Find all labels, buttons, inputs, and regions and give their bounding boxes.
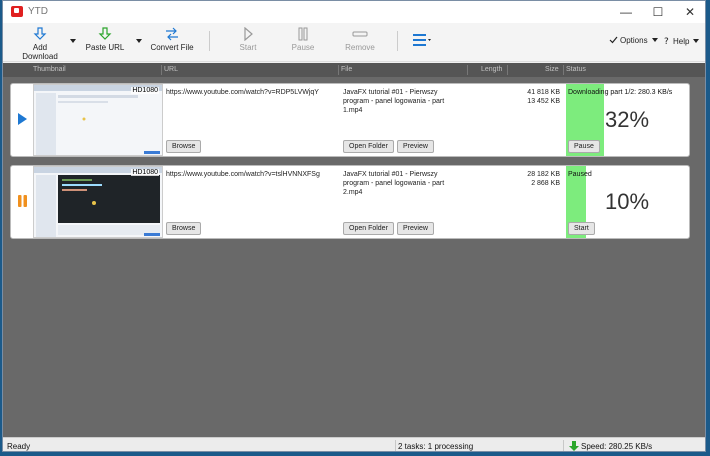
paste-url-label: Paste URL (85, 43, 125, 52)
pause-toggle-button[interactable] (17, 194, 28, 210)
close-button[interactable]: ✕ (675, 3, 705, 21)
downloaded-size: 2 868 KB (531, 180, 560, 187)
column-length[interactable]: Length (481, 66, 502, 73)
row-pause-button[interactable]: Pause (568, 140, 600, 153)
list-lines-icon (413, 34, 431, 46)
paste-url-dropdown-icon[interactable] (136, 39, 142, 43)
pause-bars-icon (298, 27, 308, 41)
add-download-label: Add Download (22, 43, 58, 61)
toolbar: Add Download Paste URL Convert File Star… (3, 23, 705, 62)
pause-label: Pause (291, 43, 315, 52)
progress-percent: 10% (605, 189, 650, 214)
svg-text:?: ? (664, 37, 669, 45)
convert-file-button[interactable]: Convert File (149, 27, 195, 59)
app-logo-icon (11, 6, 23, 17)
status-text: Downloading part 1/2: 280.3 KB/s (568, 89, 673, 96)
column-thumbnail[interactable]: Thumbnail (33, 66, 66, 73)
open-folder-button[interactable]: Open Folder (343, 140, 394, 153)
minimize-button[interactable]: — (611, 3, 641, 21)
column-divider[interactable] (161, 65, 162, 75)
column-url[interactable]: URL (164, 66, 178, 73)
help-label: Help (673, 37, 690, 46)
help-caret-icon (693, 39, 700, 43)
column-status[interactable]: Status (566, 66, 586, 73)
options-label: Options (620, 36, 648, 45)
progress-percent: 32% (605, 107, 650, 132)
quality-badge: HD1080 (131, 169, 159, 176)
paste-arrow-icon (98, 27, 112, 40)
downloaded-size: 13 452 KB (527, 98, 560, 105)
statusbar-divider (563, 440, 564, 451)
convert-arrows-icon (166, 27, 178, 41)
maximize-button[interactable]: ☐ (643, 3, 673, 21)
convert-file-label: Convert File (150, 43, 194, 52)
checkmark-icon (609, 36, 618, 44)
speed-arrow-icon (569, 441, 579, 451)
video-url: https://www.youtube.com/watch?v=RDP5LVWj… (166, 89, 319, 96)
column-divider[interactable] (563, 65, 564, 75)
video-thumbnail[interactable]: HD1080 (33, 84, 163, 156)
options-menu[interactable]: Options (609, 36, 658, 45)
video-url: https://www.youtube.com/watch?v=tslHVNNX… (166, 171, 320, 178)
status-ready: Ready (7, 442, 31, 451)
play-icon (18, 113, 27, 125)
file-name: JavaFX tutorial #01 - Pierwszy program -… (343, 171, 445, 196)
preview-button[interactable]: Preview (397, 140, 434, 153)
start-play-icon (244, 27, 253, 41)
add-download-button[interactable]: Add Download (15, 27, 65, 61)
download-speed: Speed: 280.25 KB/s (581, 442, 653, 451)
paste-url-button[interactable]: Paste URL (85, 27, 125, 59)
start-button[interactable]: Start (233, 27, 263, 59)
quality-badge: HD1080 (131, 87, 159, 94)
help-question-icon: ? (664, 37, 669, 47)
download-row[interactable]: HD1080 https://www.youtube.com/watch?v=t… (10, 165, 690, 239)
help-menu[interactable]: ? Help (663, 36, 700, 47)
video-thumbnail[interactable]: HD1080 (33, 166, 163, 238)
status-text: Paused (568, 171, 592, 178)
status-bar: Ready 2 tasks: 1 processing Speed: 280.2… (3, 437, 705, 451)
column-divider[interactable] (467, 65, 468, 75)
download-row[interactable]: HD1080 https://www.youtube.com/watch?v=R… (10, 83, 690, 157)
column-divider[interactable] (338, 65, 339, 75)
toolbar-divider (209, 31, 210, 51)
open-folder-button[interactable]: Open Folder (343, 222, 394, 235)
task-summary: 2 tasks: 1 processing (398, 442, 474, 451)
title-bar: YTD — ☐ ✕ (3, 1, 705, 23)
preview-button[interactable]: Preview (397, 222, 434, 235)
remove-button[interactable]: Remove (343, 27, 377, 59)
column-size[interactable]: Size (545, 66, 559, 73)
statusbar-divider (395, 440, 396, 451)
resume-button[interactable] (17, 112, 28, 128)
pause-button[interactable]: Pause (288, 27, 318, 59)
view-list-button[interactable] (409, 33, 435, 65)
window-title: YTD (28, 6, 48, 17)
options-caret-icon (651, 38, 658, 42)
file-name: JavaFX tutorial #01 - Pierwszy program -… (343, 89, 445, 114)
remove-minus-icon (352, 31, 368, 37)
download-arrow-icon (33, 27, 47, 40)
browse-button[interactable]: Browse (166, 140, 202, 153)
column-file[interactable]: File (341, 66, 352, 73)
pause-icon (18, 195, 27, 207)
downloads-panel: Thumbnail URL File Length Size Status HD… (3, 63, 705, 437)
thumbnail-image (34, 167, 162, 237)
app-window: YTD — ☐ ✕ Add Download Paste URL Convert… (2, 0, 706, 452)
total-size: 28 182 KB (527, 171, 560, 178)
thumbnail-image (34, 85, 162, 155)
start-label: Start (239, 43, 257, 52)
total-size: 41 818 KB (527, 89, 560, 96)
toolbar-divider (397, 31, 398, 51)
row-start-button[interactable]: Start (568, 222, 595, 235)
column-header: Thumbnail URL File Length Size Status (3, 63, 705, 77)
column-divider[interactable] (507, 65, 508, 75)
browse-button[interactable]: Browse (166, 222, 202, 235)
add-download-dropdown-icon[interactable] (70, 39, 76, 43)
remove-label: Remove (345, 43, 375, 52)
